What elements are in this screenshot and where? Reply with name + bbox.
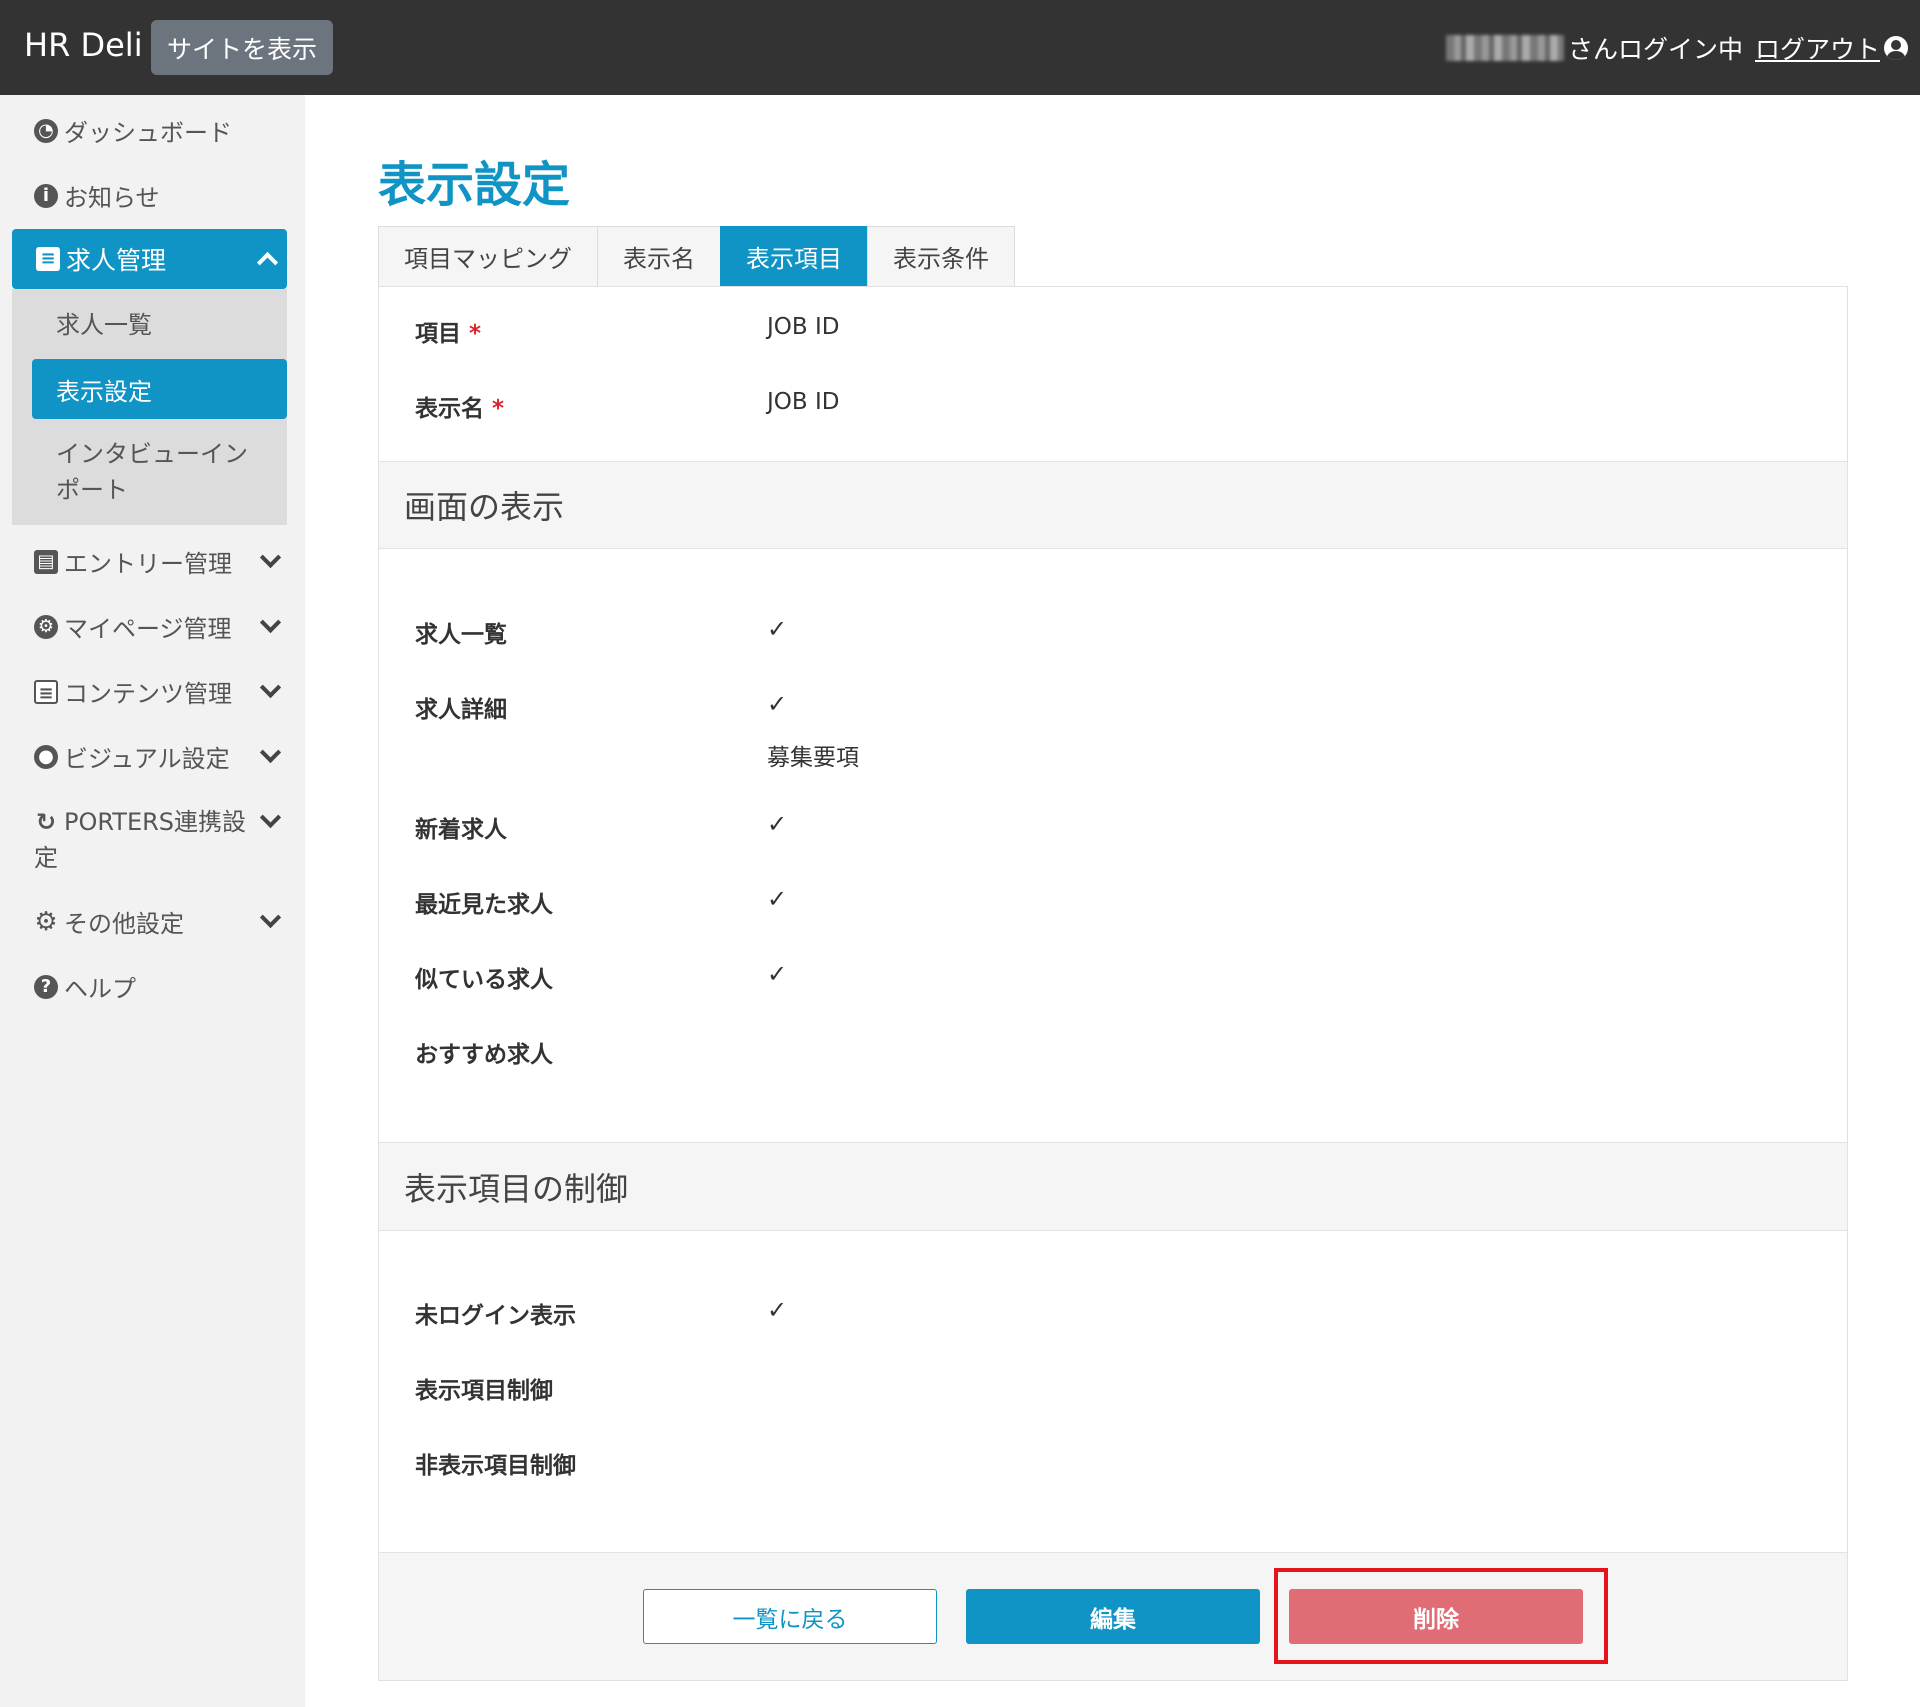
field-value: JOB ID: [767, 389, 840, 415]
chevron-down-icon[interactable]: [258, 613, 282, 637]
check-icon: ✓: [767, 810, 788, 838]
field-label: 表示名 *: [415, 396, 505, 422]
help-icon: ?: [34, 974, 58, 999]
info-icon: i: [34, 183, 58, 208]
chevron-down-icon[interactable]: [258, 743, 282, 767]
sidebar-item-label: ヘルプ: [64, 975, 136, 1003]
user-circle-icon[interactable]: [1884, 36, 1908, 60]
dashboard-icon: ◔: [34, 118, 58, 143]
field-label: 項目 *: [415, 321, 482, 347]
brand-logo[interactable]: HR Deli: [24, 26, 143, 64]
tab-item-mapping[interactable]: 項目マッピング: [378, 226, 598, 286]
section-header-screen-display: 画面の表示: [379, 461, 1847, 549]
id-card-icon: ▤: [34, 549, 58, 574]
edit-button[interactable]: 編集: [966, 1589, 1260, 1644]
row-label: 最近見た求人: [415, 892, 553, 918]
sidebar-item-mypage-management[interactable]: ⚙ マイページ管理: [34, 609, 232, 644]
submenu-item-label-line2: ポート: [56, 476, 128, 504]
tab-display-conditions[interactable]: 表示条件: [867, 226, 1015, 286]
required-mark: *: [469, 321, 482, 347]
row-label: 非表示項目制御: [415, 1453, 576, 1479]
chevron-down-icon[interactable]: [258, 548, 282, 572]
sidebar-item-label: コンテンツ管理: [64, 680, 232, 708]
user-area: さんログイン中 ログアウト: [1445, 28, 1908, 68]
row-label: 求人詳細: [415, 697, 507, 723]
check-icon: ✓: [767, 615, 788, 643]
chevron-down-icon[interactable]: [258, 908, 282, 932]
row-label: 未ログイン表示: [415, 1303, 576, 1329]
gear-icon: ⚙: [34, 906, 58, 937]
sidebar-item-help[interactable]: ? ヘルプ: [34, 969, 136, 1004]
required-mark: *: [492, 396, 505, 422]
user-name-blurred: [1445, 35, 1564, 61]
sidebar-item-label: ダッシュボード: [64, 119, 232, 147]
tab-display-name[interactable]: 表示名: [597, 226, 721, 286]
submenu-item-job-list[interactable]: 求人一覧: [56, 307, 152, 343]
tab-display-items[interactable]: 表示項目: [720, 226, 868, 286]
sidebar-item-entry-management[interactable]: ▤ エントリー管理: [34, 544, 232, 579]
tab-bar: 項目マッピング 表示名 表示項目 表示条件: [378, 226, 1015, 286]
user-cog-icon: ⚙: [34, 614, 58, 639]
sidebar-item-label: お知らせ: [64, 184, 160, 212]
row-label: 表示項目制御: [415, 1378, 553, 1404]
detail-panel: 項目 * JOB ID 表示名 * JOB ID 画面の表示 求人一覧 ✓ 求人詳細…: [378, 286, 1848, 1681]
sidebar-item-label: その他設定: [64, 910, 184, 938]
submenu-item-display-settings[interactable]: 表示設定: [32, 359, 287, 419]
sidebar-item-label-wrap: 定: [34, 844, 58, 872]
check-icon: ✓: [767, 960, 788, 988]
check-icon: ✓: [767, 690, 788, 718]
palette-icon: ●: [34, 744, 58, 769]
sidebar-item-visual-settings[interactable]: ● ビジュアル設定: [34, 739, 230, 774]
chevron-down-icon[interactable]: [258, 808, 282, 832]
row-label: 求人一覧: [415, 622, 507, 648]
sidebar-item-content-management[interactable]: ≡ コンテンツ管理: [34, 674, 232, 709]
top-navbar: HR Deli サイトを表示 さんログイン中 ログアウト: [0, 0, 1920, 95]
row-label: 似ている求人: [415, 967, 553, 993]
row-label: おすすめ求人: [415, 1042, 553, 1068]
page-title: 表示設定: [378, 157, 571, 213]
submenu-item-label: 表示設定: [56, 377, 152, 406]
highlight-box: [1274, 1568, 1608, 1664]
check-icon: ✓: [767, 1296, 788, 1324]
chevron-up-icon: [255, 249, 279, 273]
sidebar-item-other-settings[interactable]: ⚙ その他設定: [34, 904, 184, 939]
row-label: 新着求人: [415, 817, 507, 843]
section-header-display-control: 表示項目の制御: [379, 1142, 1847, 1231]
back-to-list-button[interactable]: 一覧に戻る: [643, 1589, 937, 1644]
view-site-button[interactable]: サイトを表示: [151, 20, 333, 75]
check-icon: ✓: [767, 885, 788, 913]
file-icon: ≡: [34, 679, 58, 704]
sidebar-item-label: エントリー管理: [64, 550, 232, 578]
sidebar-item-label: 求人管理: [66, 246, 167, 275]
login-status-text: さんログイン中: [1567, 35, 1743, 64]
card-icon: ≡: [36, 247, 60, 271]
sidebar-item-label: ビジュアル設定: [64, 745, 230, 773]
submenu-item-interview-import[interactable]: インタビューイン ポート: [56, 436, 248, 508]
sidebar-item-label: マイページ管理: [64, 615, 232, 643]
row-sub-value: 募集要項: [767, 745, 859, 771]
sidebar-item-job-management[interactable]: ≡ 求人管理: [12, 229, 287, 289]
chevron-down-icon[interactable]: [258, 678, 282, 702]
sidebar-item-notices[interactable]: i お知らせ: [34, 178, 160, 213]
sidebar-item-dashboard[interactable]: ◔ ダッシュボード: [34, 113, 232, 148]
sidebar-item-porters-integration[interactable]: ↻ PORTERS連携設 定: [34, 804, 246, 876]
sync-icon: ↻: [35, 808, 57, 836]
submenu-item-label-line1: インタビューイン: [56, 440, 248, 468]
sidebar-item-label: PORTERS連携設: [64, 808, 247, 836]
field-value: JOB ID: [767, 314, 840, 340]
logout-link[interactable]: ログアウト: [1755, 30, 1880, 66]
